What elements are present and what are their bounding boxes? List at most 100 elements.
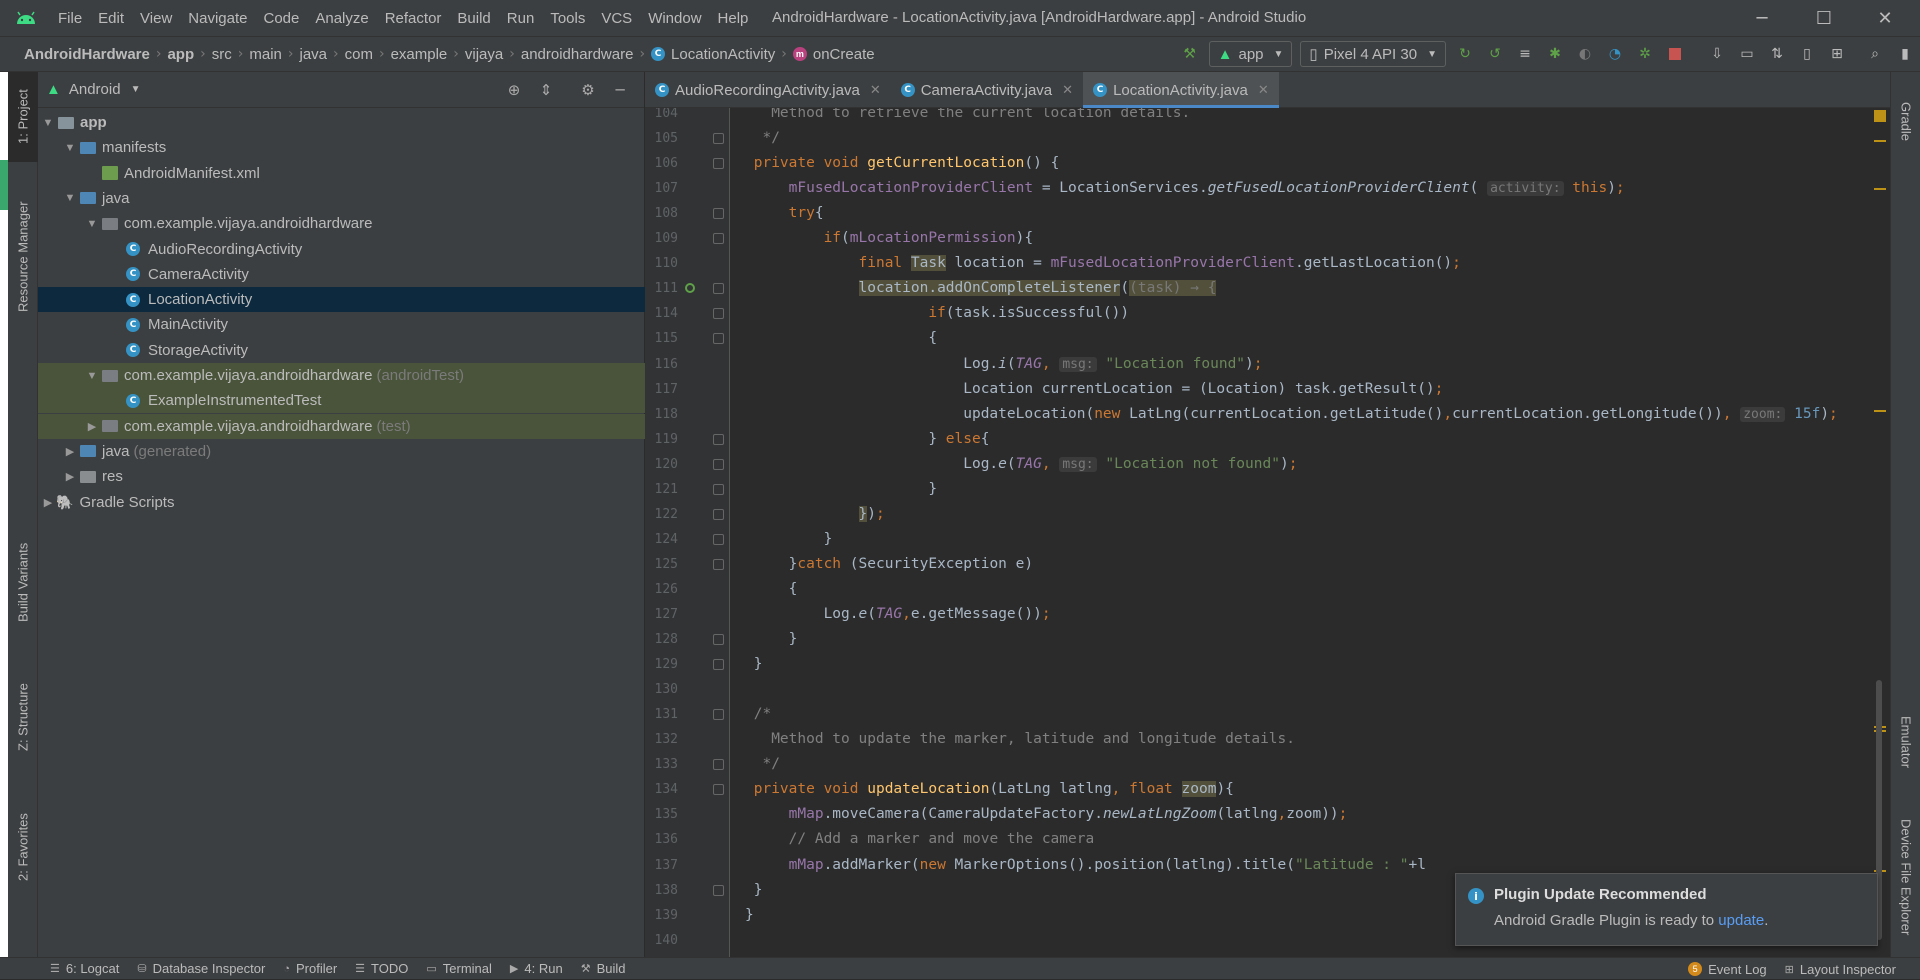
menu-refactor[interactable]: Refactor xyxy=(377,10,450,27)
breadcrumb-item[interactable]: androidhardware xyxy=(521,46,634,63)
tree-item[interactable]: ▶ com.example.vijaya.androidhardware (test… xyxy=(38,413,645,439)
tool-tab-structure[interactable]: Z: Structure xyxy=(8,662,38,772)
code-line[interactable]: 130 xyxy=(645,677,1890,702)
tree-item[interactable]: ▼ com.example.vijaya.androidhardware xyxy=(38,211,645,236)
tree-item[interactable]: ▼ java xyxy=(38,186,645,211)
tool-tab-build-variants[interactable]: Build Variants xyxy=(8,512,38,652)
menu-run[interactable]: Run xyxy=(499,10,543,27)
fold-marker-icon[interactable] xyxy=(713,784,724,796)
menu-build[interactable]: Build xyxy=(449,10,498,27)
run-tests-icon[interactable]: ≡ xyxy=(1512,41,1538,67)
breadcrumb-class[interactable]: C LocationActivity xyxy=(651,46,775,63)
device-manager-icon[interactable]: ▯ xyxy=(1794,41,1820,67)
code-line[interactable]: 118 updateLocation(new LatLng(currentLoc… xyxy=(645,402,1890,427)
fold-marker-icon[interactable] xyxy=(713,759,724,771)
plugin-update-notification[interactable]: i Plugin Update Recommended Android Grad… xyxy=(1455,873,1878,946)
close-tab-icon[interactable]: ✕ xyxy=(1258,82,1269,98)
menu-analyze[interactable]: Analyze xyxy=(307,10,376,27)
fold-marker-icon[interactable] xyxy=(713,208,724,220)
update-link[interactable]: update xyxy=(1718,912,1764,929)
run-button[interactable]: ▶ 4: Run xyxy=(510,961,563,976)
collapse-arrow-icon[interactable]: ▶ xyxy=(62,445,78,458)
breadcrumb-method[interactable]: m onCreate xyxy=(792,46,875,63)
menu-edit[interactable]: Edit xyxy=(90,10,132,27)
tree-item[interactable]: ▼ manifests xyxy=(38,135,645,160)
code-line[interactable]: 115 { xyxy=(645,326,1890,351)
code-line[interactable]: 131 /* xyxy=(645,702,1890,727)
expand-arrow-icon[interactable]: ▼ xyxy=(62,192,78,204)
code-line[interactable]: 127 Log.e(TAG,e.getMessage()); xyxy=(645,602,1890,627)
expand-arrow-icon[interactable]: ▼ xyxy=(62,142,78,154)
warning-mark[interactable] xyxy=(1874,410,1886,412)
tree-item[interactable]: ▼ app xyxy=(38,110,645,135)
apply-code-changes-icon[interactable]: ↺ xyxy=(1482,41,1508,67)
code-line[interactable]: 117 Location currentLocation = (Location… xyxy=(645,377,1890,402)
tree-item[interactable]: AndroidManifest.xml xyxy=(38,161,645,186)
code-line[interactable]: 128 } xyxy=(645,627,1890,652)
fold-marker-icon[interactable] xyxy=(713,158,724,170)
code-line[interactable]: 136 // Add a marker and move the camera xyxy=(645,827,1890,852)
collapse-arrow-icon[interactable]: ▶ xyxy=(84,420,100,433)
fold-marker-icon[interactable] xyxy=(713,558,724,570)
breadcrumb-module[interactable]: app xyxy=(167,46,194,63)
tree-item[interactable]: C ExampleInstrumentedTest xyxy=(38,388,645,414)
code-line[interactable]: 114 if(task.isSuccessful()) xyxy=(645,301,1890,326)
menu-view[interactable]: View xyxy=(132,10,180,27)
project-view-select[interactable]: ▲ Android ▼ xyxy=(46,81,140,98)
fold-marker-icon[interactable] xyxy=(713,483,724,495)
menu-code[interactable]: Code xyxy=(255,10,307,27)
maximize-icon[interactable]: ☐ xyxy=(1795,0,1853,36)
database-inspector-button[interactable]: ⛁ Database Inspector xyxy=(137,961,265,976)
tool-tab-device-file-explorer[interactable]: Device File Explorer xyxy=(1891,802,1920,952)
breadcrumb-project[interactable]: AndroidHardware xyxy=(24,46,150,63)
warning-mark[interactable] xyxy=(1874,188,1886,190)
editor-tab[interactable]: C LocationActivity.java ✕ xyxy=(1083,72,1279,108)
warning-indicator-icon[interactable] xyxy=(1874,110,1886,122)
code-line[interactable]: 125 }catch (SecurityException e) xyxy=(645,552,1890,577)
code-line[interactable]: 134 private void updateLocation(LatLng l… xyxy=(645,777,1890,802)
search-icon[interactable]: ⌕ xyxy=(1862,41,1888,67)
code-line[interactable]: 104 Method to retrieve the current locat… xyxy=(645,108,1890,126)
fold-marker-icon[interactable] xyxy=(713,233,724,245)
menu-vcs[interactable]: VCS xyxy=(593,10,640,27)
menu-file[interactable]: File xyxy=(50,10,90,27)
profile-icon[interactable]: ◔ xyxy=(1602,41,1628,67)
tree-item[interactable]: C MainActivity xyxy=(38,312,645,337)
todo-button[interactable]: ☰ TODO xyxy=(355,961,408,976)
terminal-button[interactable]: ▭ Terminal xyxy=(426,961,492,976)
fold-marker-icon[interactable] xyxy=(713,283,724,295)
fold-marker-icon[interactable] xyxy=(713,659,724,671)
code-line[interactable]: 122 }); xyxy=(645,502,1890,527)
close-tab-icon[interactable]: ✕ xyxy=(1062,82,1073,98)
tree-item[interactable]: C AudioRecordingActivity xyxy=(38,237,645,262)
fold-marker-icon[interactable] xyxy=(713,133,724,145)
tree-item[interactable]: C LocationActivity xyxy=(38,287,645,313)
apply-changes-restart-icon[interactable]: ↻ xyxy=(1452,41,1478,67)
coverage-icon[interactable]: ◐ xyxy=(1572,41,1598,67)
code-line[interactable]: 129 } xyxy=(645,652,1890,677)
lambda-gutter-icon[interactable] xyxy=(685,283,695,294)
breadcrumb-item[interactable]: main xyxy=(249,46,282,63)
tree-item[interactable]: ▶ java (generated) xyxy=(38,439,645,464)
expand-arrow-icon[interactable]: ▼ xyxy=(40,117,56,129)
expand-arrow-icon[interactable]: ▼ xyxy=(84,218,100,230)
tree-item[interactable]: ▶ res xyxy=(38,464,645,489)
code-line[interactable]: 109 if(mLocationPermission){ xyxy=(645,226,1890,251)
fold-marker-icon[interactable] xyxy=(713,458,724,470)
close-tab-icon[interactable]: ✕ xyxy=(870,82,881,98)
menu-tools[interactable]: Tools xyxy=(542,10,593,27)
editor-tab[interactable]: C AudioRecordingActivity.java ✕ xyxy=(645,72,891,108)
tool-tab-favorites[interactable]: 2: Favorites xyxy=(8,792,38,902)
device-select[interactable]: ▯ Pixel 4 API 30 ▼ xyxy=(1300,41,1446,67)
editor-tab[interactable]: C CameraActivity.java ✕ xyxy=(891,72,1083,108)
tree-item[interactable]: ▶ 🐘 Gradle Scripts xyxy=(38,490,645,515)
logcat-button[interactable]: ☰ 6: Logcat xyxy=(50,961,119,976)
code-line[interactable]: 133 */ xyxy=(645,752,1890,777)
tree-item[interactable]: C CameraActivity xyxy=(38,262,645,287)
code-line[interactable]: 110 final Task location = mFusedLocation… xyxy=(645,251,1890,276)
tool-tab-gradle[interactable]: Gradle xyxy=(1891,82,1920,162)
fold-marker-icon[interactable] xyxy=(713,333,724,345)
collapse-arrow-icon[interactable]: ▶ xyxy=(62,470,78,483)
fold-marker-icon[interactable] xyxy=(713,508,724,520)
code-line[interactable]: 132 Method to update the marker, latitud… xyxy=(645,727,1890,752)
